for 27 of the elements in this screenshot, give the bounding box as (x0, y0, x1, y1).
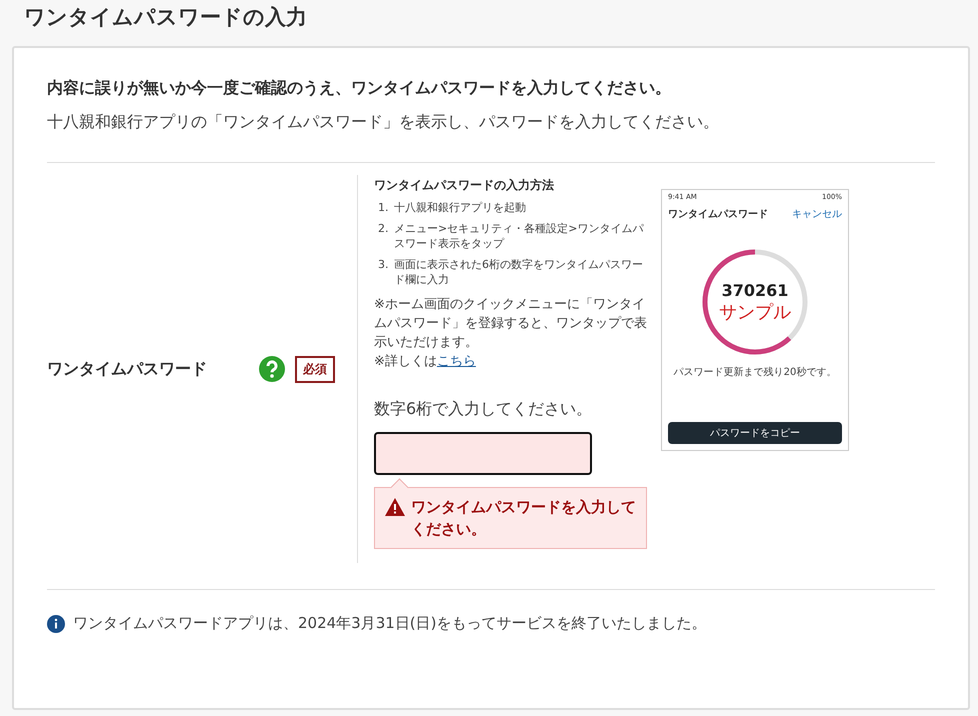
page-title: ワンタイムパスワードの入力 (24, 4, 308, 31)
step-text: メニュー>セキュリティ・各種設定>ワンタイムパスワード表示をタップ (394, 221, 645, 251)
error-text: ワンタイムパスワードを入力してください。 (411, 497, 636, 540)
step-number: 3. (378, 257, 390, 273)
warning-icon (385, 498, 405, 516)
input-hint: 数字6桁で入力してください。 (374, 399, 594, 420)
required-badge: 必須 (295, 356, 335, 382)
help-icon[interactable] (259, 356, 285, 382)
app-title: ワンタイムパスワード (668, 208, 768, 221)
info-icon (47, 614, 65, 632)
remaining-time-text: パスワード更新まで残り20秒です。 (674, 366, 836, 379)
details-link[interactable]: こちら (436, 354, 476, 369)
instruction-heading: 内容に誤りが無いか今一度ご確認のうえ、ワンタイムパスワードを入力してください。 (47, 77, 672, 99)
notice-text: ワンタイムパスワードアプリは、2024年3月31日(日)をもってサービスを終了いたしました。 (73, 614, 707, 633)
step-number: 1. (378, 200, 390, 215)
sample-label: サンプル (719, 300, 791, 324)
step-text: 十八親和銀行アプリを起動 (394, 200, 526, 215)
sample-code: 370261 (722, 280, 788, 300)
guide-title: ワンタイムパスワードの入力方法 (374, 177, 555, 194)
step-number: 2. (378, 221, 390, 237)
field-label: ワンタイムパスワード (47, 358, 208, 380)
note-text: ※ホーム画面のクイックメニューに「ワンタイムパスワード」を登録すると、ワンタップで表示いただけます。 (374, 296, 648, 352)
copy-button[interactable]: パスワードをコピー (668, 422, 842, 444)
step-text: 画面に表示された6桁の数字をワンタイムパスワード欄に入力 (394, 257, 644, 287)
password-input[interactable] (374, 432, 592, 475)
details-text: ※詳しくはこちら (374, 353, 477, 371)
instruction-text: 十八親和銀行アプリの「ワンタイムパスワード」を表示し、パスワードを入力してください。 (47, 111, 720, 133)
